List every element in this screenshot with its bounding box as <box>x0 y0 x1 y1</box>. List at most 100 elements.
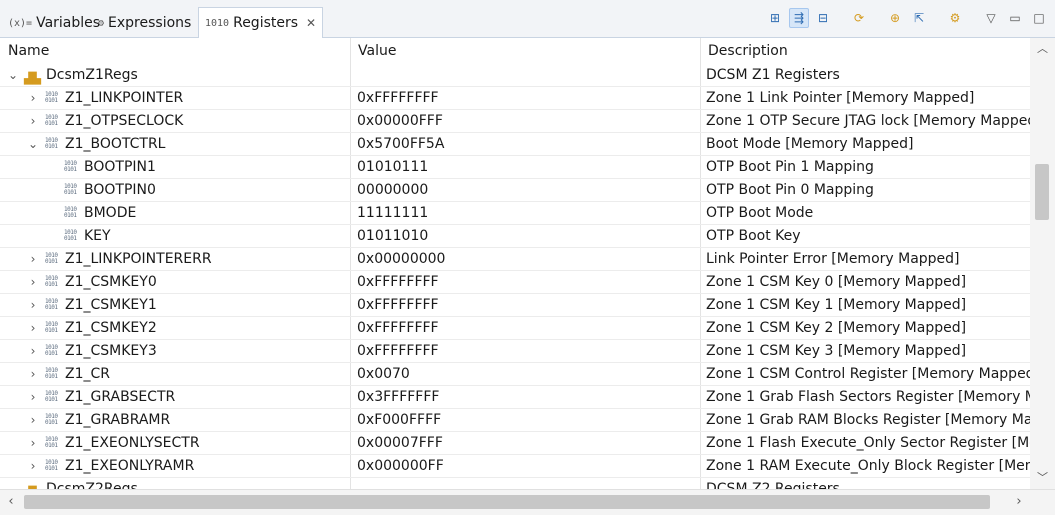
chevron-right-icon[interactable]: › <box>27 87 39 110</box>
row-value[interactable]: 0xFFFFFFFF <box>357 294 697 317</box>
row-value[interactable]: 0xFFFFFFFF <box>357 340 697 363</box>
chevron-right-icon[interactable]: › <box>27 110 39 133</box>
view-toolbar: ⊞ ⇶ ⊟ ⟳ ⊕ ⇱ ⚙ ▽ ▭ □ <box>765 8 1049 28</box>
row-description: Zone 1 Grab RAM Blocks Register [Memory … <box>706 412 1030 428</box>
row-name: Z1_CSMKEY1 <box>65 297 157 313</box>
row-value[interactable]: 0x3FFFFFFF <box>357 386 697 409</box>
tab-registers-label: Registers <box>233 15 299 31</box>
variables-icon: (x)= <box>8 17 33 29</box>
show-type-names-icon[interactable]: ⊞ <box>765 8 785 28</box>
collapse-all-icon[interactable]: ⊟ <box>813 8 833 28</box>
chevron-right-icon[interactable]: › <box>27 409 39 432</box>
tree-row[interactable]: › 1010 0101 Z1_LINKPOINTER 0xFFFFFFFF Zon… <box>0 87 1030 110</box>
row-value[interactable]: 0x5700FF5A <box>357 133 697 156</box>
table-header: Name Value Description <box>0 38 1030 64</box>
row-value[interactable]: 0x000000FF <box>357 455 697 478</box>
tree-row[interactable]: 1010 0101 BOOTPIN1 01010111 OTP Boot Pin … <box>0 156 1030 179</box>
chevron-right-icon[interactable]: › <box>27 340 39 363</box>
row-name: Z1_BOOTCTRL <box>65 136 166 152</box>
export-icon[interactable]: ⇱ <box>909 8 929 28</box>
tree-row[interactable]: ⌄ 1010 0101 Z1_BOOTCTRL 0x5700FF5A Boot M… <box>0 133 1030 156</box>
maximize-icon[interactable]: □ <box>1029 8 1049 28</box>
row-value[interactable] <box>357 64 697 87</box>
tree-row[interactable]: › 1010 0101 Z1_CSMKEY1 0xFFFFFFFF Zone 1 … <box>0 294 1030 317</box>
column-header-name[interactable]: Name <box>0 38 350 64</box>
tab-expressions[interactable]: ⚙ Expressions <box>92 8 197 38</box>
horizontal-scrollbar[interactable]: ‹ › <box>0 489 1055 515</box>
row-description: DCSM Z1 Registers <box>706 67 840 83</box>
tree-row[interactable]: › 1010 0101 Z1_CSMKEY0 0xFFFFFFFF Zone 1 … <box>0 271 1030 294</box>
tab-registers[interactable]: 1010 Registers ✕ <box>198 7 324 38</box>
tree-row[interactable]: ⌄ ▟▙ DcsmZ1Regs DCSM Z1 Registers <box>0 64 1030 87</box>
scroll-right-icon[interactable]: › <box>1008 490 1030 514</box>
vertical-scrollbar[interactable]: ︿ ﹀ <box>1030 38 1055 489</box>
register-icon: 1010 0101 <box>45 413 58 426</box>
tree-row[interactable]: › 1010 0101 Z1_EXEONLYSECTR 0x00007FFF Zo… <box>0 432 1030 455</box>
scroll-up-icon[interactable]: ︿ <box>1030 40 1055 58</box>
row-value[interactable]: 00000000 <box>357 179 697 202</box>
chevron-right-icon[interactable]: › <box>27 386 39 409</box>
column-header-value[interactable]: Value <box>350 38 700 64</box>
row-value[interactable]: 0x00007FFF <box>357 432 697 455</box>
register-group-icon: ▟▙ <box>24 481 41 489</box>
row-value[interactable] <box>357 478 697 489</box>
row-description: Zone 1 OTP Secure JTAG lock [Memory Mapp… <box>706 113 1030 129</box>
row-value[interactable]: 0xFFFFFFFF <box>357 271 697 294</box>
row-description: Zone 1 CSM Key 2 [Memory Mapped] <box>706 320 967 336</box>
tree-row[interactable]: 1010 0101 BMODE 11111111 OTP Boot Mode <box>0 202 1030 225</box>
chevron-right-icon[interactable]: › <box>27 363 39 386</box>
register-icon: 1010 0101 <box>45 137 58 150</box>
scroll-down-icon[interactable]: ﹀ <box>1030 469 1055 487</box>
row-description: Zone 1 CSM Control Register [Memory Mapp… <box>706 366 1030 382</box>
row-value[interactable]: 0x0070 <box>357 363 697 386</box>
tree-row[interactable]: › 1010 0101 Z1_CSMKEY3 0xFFFFFFFF Zone 1 … <box>0 340 1030 363</box>
vertical-scroll-thumb[interactable] <box>1035 164 1049 220</box>
chevron-right-icon[interactable]: › <box>27 271 39 294</box>
tree-row[interactable]: 1010 0101 KEY 01011010 OTP Boot Key <box>0 225 1030 248</box>
row-value[interactable]: 01011010 <box>357 225 697 248</box>
chevron-down-icon[interactable]: ⌄ <box>27 133 39 156</box>
row-value[interactable]: 0xF000FFFF <box>357 409 697 432</box>
view-tab-bar: (x)= Variables ⚙ Expressions 1010 Regist… <box>0 0 1055 38</box>
row-value[interactable]: 0xFFFFFFFF <box>357 87 697 110</box>
tree-row[interactable]: › 1010 0101 Z1_CSMKEY2 0xFFFFFFFF Zone 1 … <box>0 317 1030 340</box>
chevron-right-icon[interactable]: › <box>27 317 39 340</box>
row-value[interactable]: 0x00000000 <box>357 248 697 271</box>
row-description: DCSM Z2 Registers <box>706 481 840 489</box>
new-group-icon[interactable]: ⊕ <box>885 8 905 28</box>
tree-row[interactable]: › 1010 0101 Z1_GRABRAMR 0xF000FFFF Zone 1… <box>0 409 1030 432</box>
minimize-icon[interactable]: ▭ <box>1005 8 1025 28</box>
tree-row[interactable]: ⌄ ▟▙ DcsmZ2Regs DCSM Z2 Registers <box>0 478 1030 489</box>
tab-variables-label: Variables <box>36 15 101 31</box>
close-icon[interactable]: ✕ <box>306 16 316 30</box>
scroll-left-icon[interactable]: ‹ <box>0 490 22 514</box>
chevron-right-icon[interactable]: › <box>27 248 39 271</box>
chevron-right-icon[interactable]: › <box>27 294 39 317</box>
chevron-down-icon[interactable]: ⌄ <box>7 64 19 87</box>
tree-row[interactable]: › 1010 0101 Z1_LINKPOINTERERR 0x00000000 … <box>0 248 1030 271</box>
view-menu-icon[interactable]: ▽ <box>981 8 1001 28</box>
tree-row[interactable]: › 1010 0101 Z1_OTPSECLOCK 0x00000FFF Zone… <box>0 110 1030 133</box>
tree-row[interactable]: › 1010 0101 Z1_EXEONLYRAMR 0x000000FF Zon… <box>0 455 1030 478</box>
register-icon: 1010 0101 <box>45 321 58 334</box>
horizontal-scroll-thumb[interactable] <box>24 495 990 509</box>
row-description: Boot Mode [Memory Mapped] <box>706 136 914 152</box>
chevron-right-icon[interactable]: › <box>27 432 39 455</box>
row-value[interactable]: 11111111 <box>357 202 697 225</box>
column-header-description[interactable]: Description <box>700 38 1030 64</box>
tab-variables[interactable]: (x)= Variables <box>2 8 106 38</box>
refresh-icon[interactable]: ⟳ <box>849 8 869 28</box>
tree-row[interactable]: › 1010 0101 Z1_CR 0x0070 Zone 1 CSM Contr… <box>0 363 1030 386</box>
chevron-down-icon[interactable]: ⌄ <box>7 478 19 489</box>
row-value[interactable]: 01010111 <box>357 156 697 179</box>
show-logical-structure-icon[interactable]: ⇶ <box>789 8 809 28</box>
row-value[interactable]: 0xFFFFFFFF <box>357 317 697 340</box>
row-description: Zone 1 CSM Key 3 [Memory Mapped] <box>706 343 967 359</box>
auto-update-icon[interactable]: ⚙ <box>945 8 965 28</box>
tree-row[interactable]: 1010 0101 BOOTPIN0 00000000 OTP Boot Pin … <box>0 179 1030 202</box>
chevron-right-icon[interactable]: › <box>27 455 39 478</box>
row-value[interactable]: 0x00000FFF <box>357 110 697 133</box>
tree-row[interactable]: › 1010 0101 Z1_GRABSECTR 0x3FFFFFFF Zone … <box>0 386 1030 409</box>
register-icon: 1010 0101 <box>45 298 58 311</box>
row-name: Z1_OTPSECLOCK <box>65 113 184 129</box>
